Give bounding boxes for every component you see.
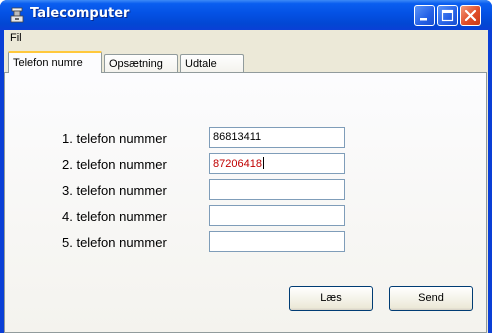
- send-button[interactable]: Send: [389, 286, 473, 311]
- maximize-button[interactable]: [437, 5, 458, 26]
- phone-2-value: 87206418: [213, 158, 262, 170]
- close-icon: [464, 9, 477, 22]
- client-area: Fil Telefon numre Opsætning Udtale 1. te…: [4, 30, 488, 333]
- phone-5-field[interactable]: [209, 231, 345, 252]
- app-window: Talecomputer Fil Telefon numre Opsætning…: [0, 0, 492, 333]
- phone-1-label: 1. telefon nummer: [62, 131, 167, 146]
- maximize-icon: [441, 9, 454, 22]
- tab-opsaetning[interactable]: Opsætning: [104, 54, 178, 72]
- phone-5-label: 5. telefon nummer: [62, 235, 167, 250]
- tab-telefon-numre[interactable]: Telefon numre: [8, 51, 102, 73]
- minimize-button[interactable]: [414, 5, 435, 26]
- minimize-icon: [420, 18, 427, 21]
- tab-label: Udtale: [185, 58, 217, 70]
- telephone-icon: [10, 7, 24, 23]
- phone-4-label: 4. telefon nummer: [62, 209, 167, 224]
- menu-bar: Fil: [4, 30, 488, 48]
- window-title: Talecomputer: [30, 6, 130, 21]
- phone-3-field[interactable]: [209, 179, 345, 200]
- text-cursor: [262, 157, 264, 169]
- tab-panel: 1. telefon nummer 86813411 2. telefon nu…: [4, 72, 487, 333]
- tab-strip: Telefon numre Opsætning Udtale: [4, 50, 488, 73]
- phone-3-label: 3. telefon nummer: [62, 183, 167, 198]
- read-button[interactable]: Læs: [289, 286, 373, 311]
- tab-label: Telefon numre: [13, 57, 83, 69]
- phone-4-field[interactable]: [209, 205, 345, 226]
- tab-udtale[interactable]: Udtale: [180, 54, 244, 72]
- close-button[interactable]: [460, 5, 481, 26]
- phone-2-label: 2. telefon nummer: [62, 157, 167, 172]
- phone-1-field[interactable]: 86813411: [209, 127, 345, 148]
- phone-1-value: 86813411: [213, 131, 262, 143]
- tab-label: Opsætning: [109, 58, 163, 70]
- phone-2-field[interactable]: 87206418: [209, 153, 345, 174]
- menu-fil[interactable]: Fil: [10, 32, 22, 44]
- title-bar[interactable]: Talecomputer: [0, 0, 492, 30]
